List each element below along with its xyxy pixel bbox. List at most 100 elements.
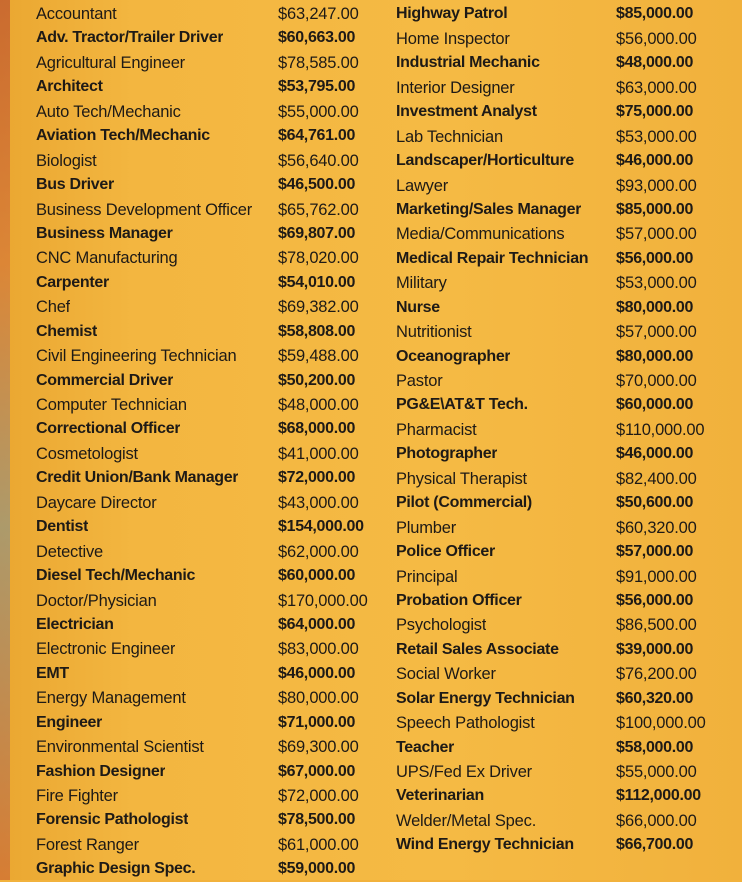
job-title: Home Inspector xyxy=(396,29,510,48)
job-title: Speech Pathologist xyxy=(396,714,535,733)
job-title: Adv. Tractor/Trailer Driver xyxy=(36,29,224,47)
salary-value: $78,500.00 xyxy=(278,811,356,829)
salary-row: Chef $69,382.00 xyxy=(36,295,366,319)
salary-row: Oceanographer $80,000.00 xyxy=(396,345,704,369)
job-title: PG&E\AT&T Tech. xyxy=(396,396,528,414)
job-title: Highway Patrol xyxy=(396,5,508,23)
left-salary-column: Accountant $63,247.00 Adv. Tractor/Trailer… xyxy=(36,2,368,882)
salary-value: $59,000.00 xyxy=(278,860,356,878)
job-title: Business Development Officer xyxy=(36,200,253,219)
salary-value: $67,000.00 xyxy=(278,762,356,780)
salary-value: $68,000.00 xyxy=(278,420,356,438)
salary-value: $85,000.00 xyxy=(616,5,694,23)
salary-value: $53,000.00 xyxy=(616,127,697,146)
job-title: Pilot (Commercial) xyxy=(396,494,532,512)
salary-row: Graphic Design Spec. $59,000.00 xyxy=(36,857,366,881)
job-title: Environmental Scientist xyxy=(36,738,204,757)
salary-value: $58,808.00 xyxy=(278,322,356,340)
salary-row: Investment Analyst $75,000.00 xyxy=(396,100,704,124)
salary-value: $57,000.00 xyxy=(616,323,697,342)
salary-row: Civil Engineering Technician $59,488.00 xyxy=(36,344,366,368)
salary-value: $64,761.00 xyxy=(278,127,356,145)
job-title: Landscaper/Horticulture xyxy=(396,152,575,170)
salary-row: Electrician $64,000.00 xyxy=(36,613,366,637)
salary-value: $112,000.00 xyxy=(616,787,701,805)
job-title: Pastor xyxy=(396,372,443,390)
salary-row: EMT $46,000.00 xyxy=(36,662,366,686)
salary-row: Daycare Director $43,000.00 xyxy=(36,491,366,515)
salary-row: UPS/Fed Ex Driver $55,000.00 xyxy=(396,760,704,784)
salary-row: Marketing/Sales Manager $85,000.00 xyxy=(396,198,704,222)
job-title: Solar Energy Technician xyxy=(396,689,575,707)
salary-row: Teacher $58,000.00 xyxy=(396,736,704,760)
salary-row: Solar Energy Technician $60,320.00 xyxy=(396,687,704,711)
salary-row: Highway Patrol $85,000.00 xyxy=(396,2,704,26)
job-title: Carpenter xyxy=(36,273,109,291)
salary-value: $170,000.00 xyxy=(278,591,368,610)
salary-row: Business Manager $69,807.00 xyxy=(36,222,366,246)
job-title: Plumber xyxy=(396,518,457,537)
job-title: Commercial Driver xyxy=(36,371,174,389)
job-title: Retail Sales Associate xyxy=(396,640,559,658)
salary-row: Physical Therapist $82,400.00 xyxy=(396,467,704,491)
salary-row: Chemist $58,808.00 xyxy=(36,320,366,344)
job-title: Military xyxy=(396,274,447,293)
job-title: Aviation Tech/Mechanic xyxy=(36,127,210,145)
job-title: CNC Manufacturing xyxy=(36,249,178,268)
salary-row: Media/Communications $57,000.00 xyxy=(396,222,704,246)
salary-row: Fire Fighter $72,000.00 xyxy=(36,784,366,808)
salary-row: Architect $53,795.00 xyxy=(36,75,366,99)
salary-value: $75,000.00 xyxy=(616,103,694,121)
salary-value: $50,600.00 xyxy=(616,494,694,512)
salary-value: $54,010.00 xyxy=(278,273,356,291)
salary-value: $69,300.00 xyxy=(278,738,359,757)
salary-row: Auto Tech/Mechanic $55,000.00 xyxy=(36,100,366,124)
salary-row: Military $53,000.00 xyxy=(396,271,704,295)
salary-value: $55,000.00 xyxy=(616,763,697,781)
job-title: Oceanographer xyxy=(396,347,511,365)
job-title: Veterinarian xyxy=(396,787,485,805)
right-salary-column: H/C HVAC$61,000.00Highway Patrol$85,000.… xyxy=(396,0,706,858)
salary-value: $83,000.00 xyxy=(278,640,359,659)
salary-value: $53,795.00 xyxy=(278,78,356,96)
salary-row: Probation Officer $56,000.00 xyxy=(396,589,704,613)
salary-value: $76,200.00 xyxy=(616,665,697,684)
salary-value: $72,000.00 xyxy=(278,469,356,487)
salary-value: $56,000.00 xyxy=(616,29,697,48)
salary-value: $61,000.00 xyxy=(278,835,359,854)
salary-value: $80,000.00 xyxy=(616,298,694,316)
job-title: Medical Repair Technician xyxy=(396,249,589,267)
salary-value: $58,000.00 xyxy=(616,738,694,756)
salary-value: $65,762.00 xyxy=(278,200,359,219)
salary-value: $78,020.00 xyxy=(278,249,359,268)
salary-row: Forest Ranger $61,000.00 xyxy=(36,833,366,857)
salary-value: $154,000.00 xyxy=(278,518,364,536)
job-title: Lawyer xyxy=(396,176,448,195)
job-title: UPS/Fed Ex Driver xyxy=(396,763,532,781)
salary-row: Fashion Designer $67,000.00 xyxy=(36,760,366,784)
salary-value: $41,000.00 xyxy=(278,444,359,463)
job-title: Agricultural Engineer xyxy=(36,53,185,72)
salary-value: $46,500.00 xyxy=(278,176,356,194)
salary-value: $46,000.00 xyxy=(616,152,694,170)
salary-value: $64,000.00 xyxy=(278,615,356,633)
salary-value: $48,000.00 xyxy=(278,396,359,414)
page-edge-decoration xyxy=(0,0,10,880)
salary-value: $62,000.00 xyxy=(278,542,359,561)
salary-value: $43,000.00 xyxy=(278,493,359,512)
salary-row: Wind Energy Technician $66,700.00 xyxy=(396,833,704,857)
job-title: Principal xyxy=(396,567,458,586)
salary-row: Dentist $154,000.00 xyxy=(36,515,366,539)
job-title: Auto Tech/Mechanic xyxy=(36,102,181,121)
salary-row: Biologist $56,640.00 xyxy=(36,149,366,173)
salary-value: $60,320.00 xyxy=(616,518,697,537)
salary-value: $56,000.00 xyxy=(616,249,694,267)
salary-row: PG&E\AT&T Tech. $60,000.00 xyxy=(396,393,704,417)
job-title: Welder/Metal Spec. xyxy=(396,811,537,830)
salary-row: Welder/Metal Spec. $66,000.00 xyxy=(396,809,704,833)
salary-row: Adv. Tractor/Trailer Driver $60,663.00 xyxy=(36,26,366,50)
salary-value: $80,000.00 xyxy=(616,347,694,365)
salary-value: $48,000.00 xyxy=(616,54,694,72)
salary-value: $78,585.00 xyxy=(278,53,359,72)
salary-row: Carpenter $54,010.00 xyxy=(36,271,366,295)
